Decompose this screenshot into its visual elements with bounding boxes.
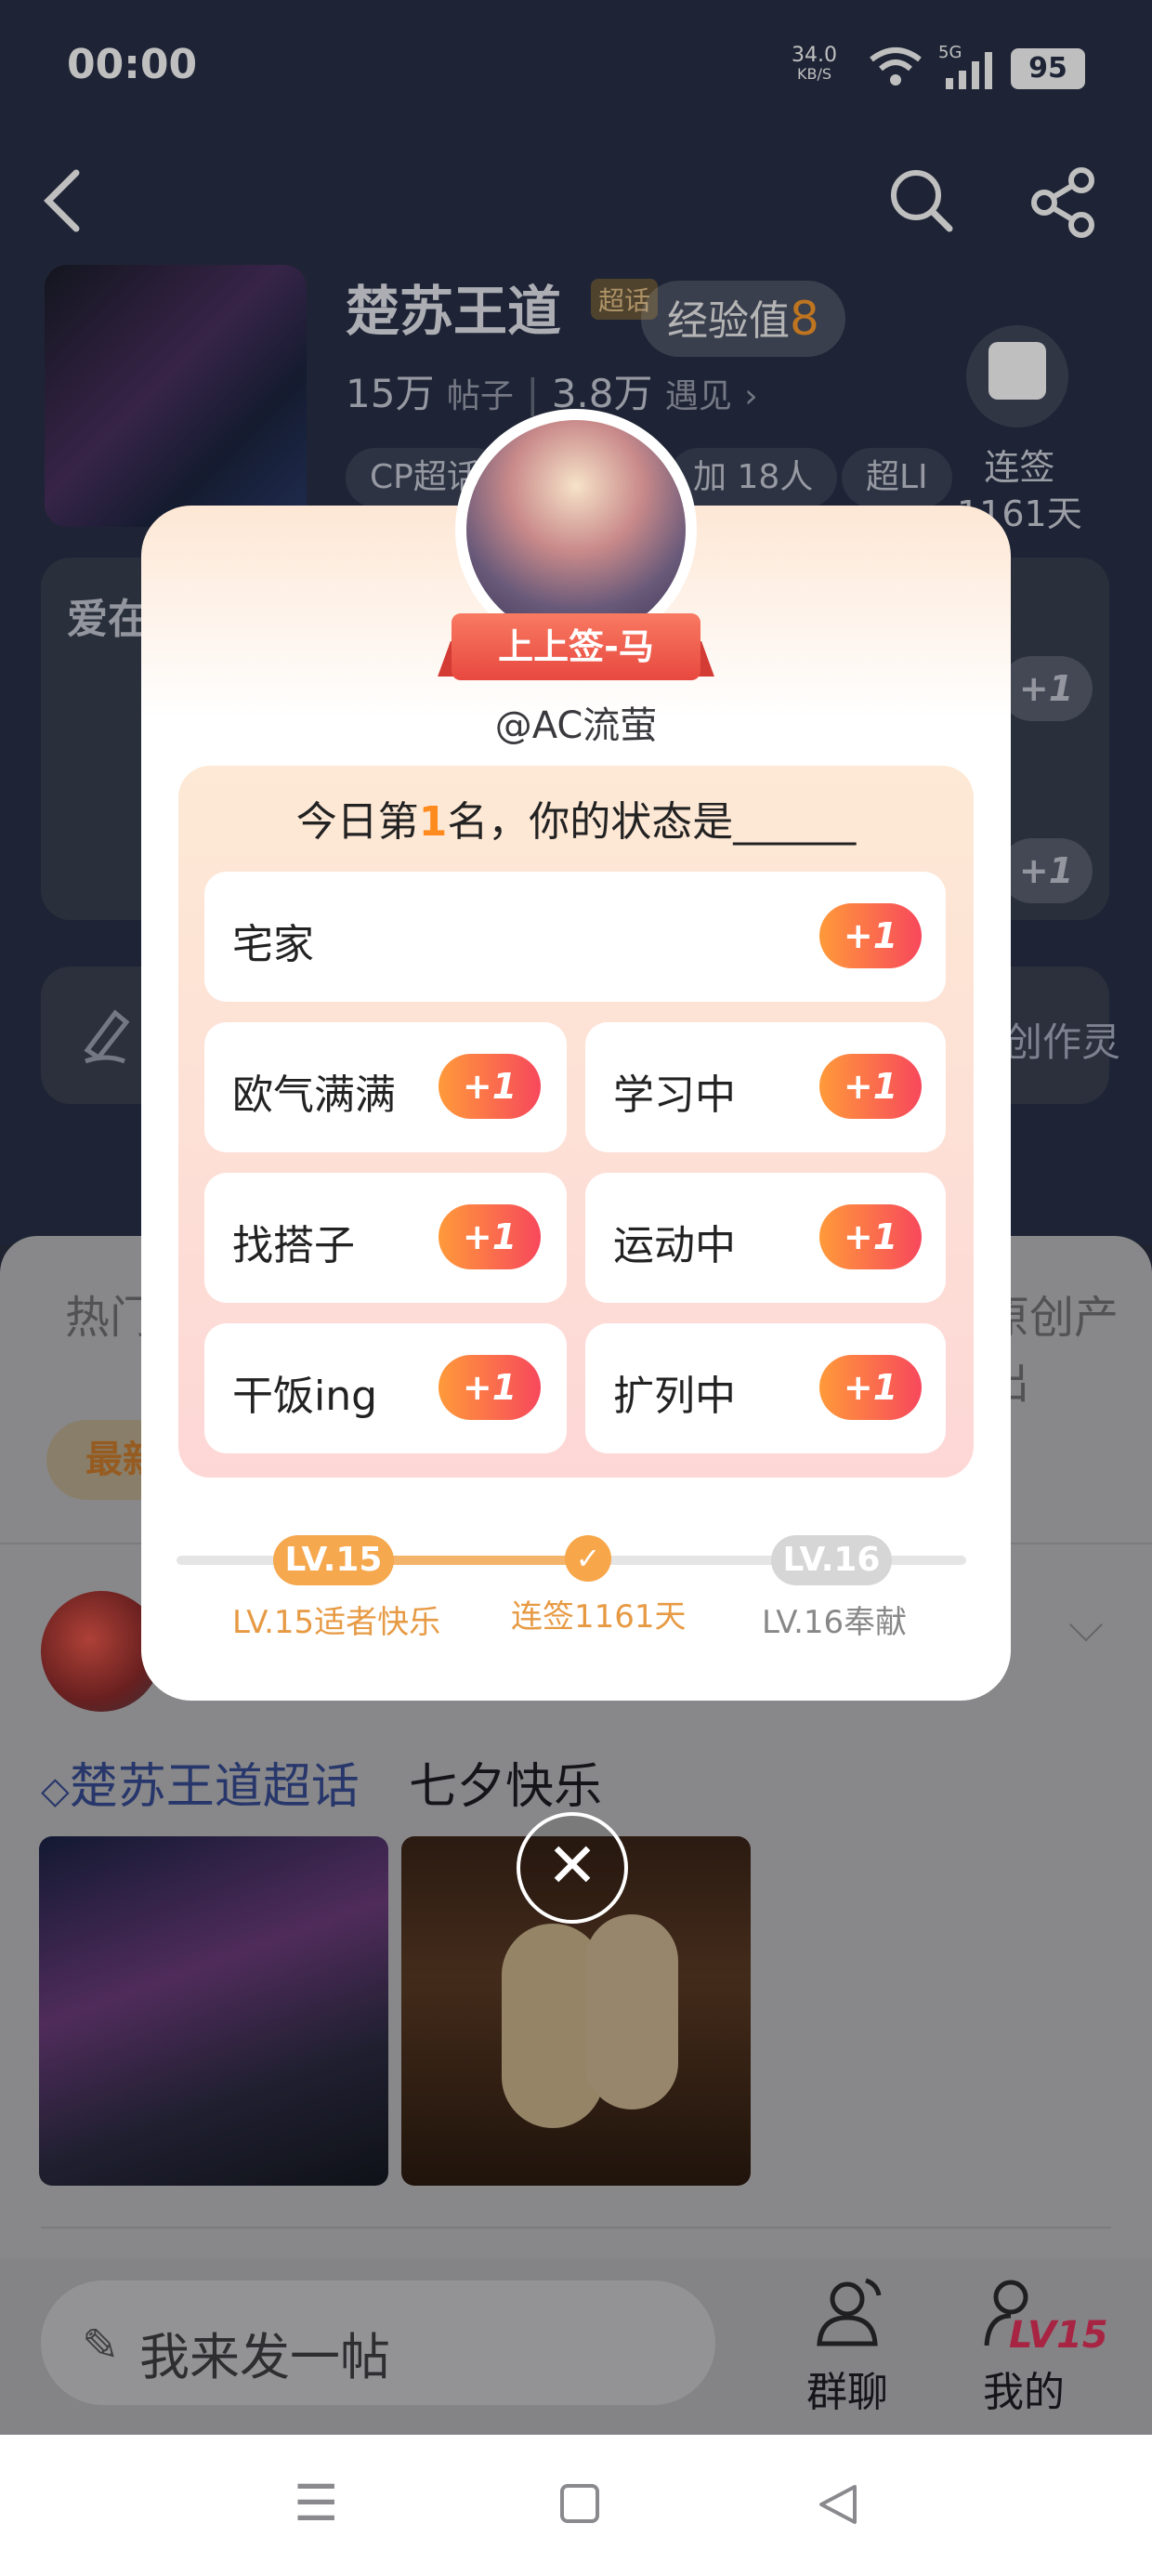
next-level-label: LV.16奉献 [762,1604,908,1641]
home-icon[interactable] [559,2483,600,2524]
status-option-label: 学习中 [613,1071,736,1119]
plus-one-button[interactable]: +1 [439,1204,541,1269]
plus-one-button[interactable]: +1 [819,903,922,968]
plus-one-button[interactable]: +1 [439,1054,541,1119]
user-avatar [466,420,686,639]
username: @AC流萤 [494,704,658,747]
plus-one-button[interactable]: +1 [819,1355,922,1420]
close-icon[interactable]: ✕ [517,1812,628,1924]
status-option-label: 扩列中 [613,1373,736,1420]
current-level-label: LV.15适者快乐 [232,1604,441,1641]
status-question: 今日第1名，你的状态是______ [295,798,857,846]
menu-icon[interactable]: ☰ [294,2474,338,2532]
plus-one-button[interactable]: +1 [819,1054,922,1119]
rank-ribbon: 上上签-马 [452,613,700,680]
status-option-label: 干饭ing [232,1373,378,1420]
check-icon: ✓ [565,1535,611,1582]
next-level-pill: LV.16 [771,1535,892,1585]
status-option-label: 宅家 [232,921,314,968]
plus-one-button[interactable]: +1 [439,1355,541,1420]
plus-one-button[interactable]: +1 [819,1204,922,1269]
streak-label: 连签1161天 [511,1598,687,1636]
status-option-label: 欧气满满 [232,1071,396,1119]
back-icon[interactable] [818,2483,858,2526]
current-level-pill: LV.15 [273,1535,394,1585]
status-option-label: 找搭子 [232,1222,355,1269]
status-option-label: 运动中 [613,1222,736,1269]
